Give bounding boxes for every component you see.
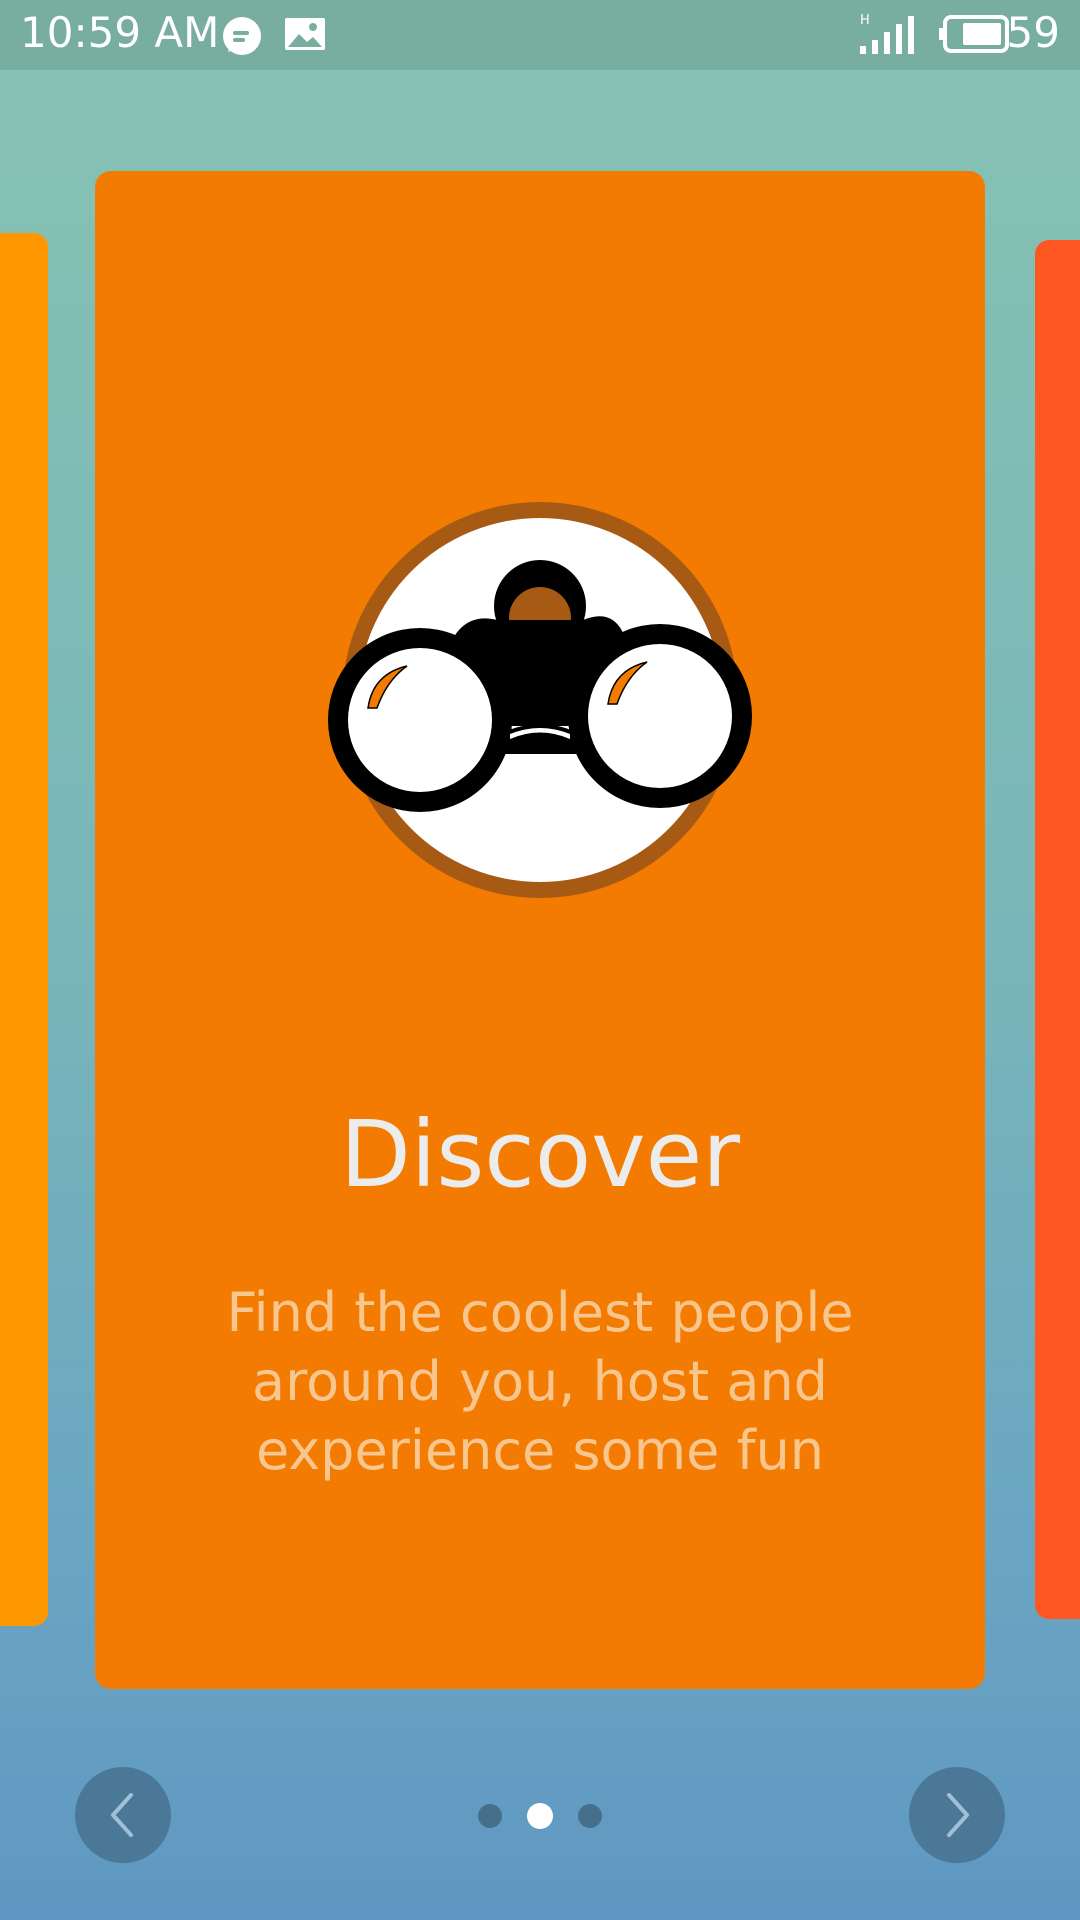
onboarding-title: Discover — [339, 1101, 741, 1208]
chevron-right-icon — [947, 1793, 969, 1837]
next-button[interactable] — [909, 1767, 1005, 1863]
onboarding-description: Find the coolest people around you, host… — [226, 1281, 854, 1482]
status-bar: 10:59 AM H 59 — [0, 0, 1080, 70]
previous-button[interactable] — [75, 1767, 171, 1863]
chevron-left-icon — [111, 1793, 133, 1837]
battery-icon — [937, 14, 1009, 59]
page-indicator — [478, 1803, 602, 1829]
binoculars-icon — [325, 494, 755, 904]
battery-level: 59 — [1006, 8, 1060, 57]
status-time: 10:59 AM — [20, 8, 220, 57]
message-bubble-icon — [220, 14, 264, 63]
page-dot-3[interactable] — [578, 1804, 602, 1828]
previous-card-preview[interactable] — [0, 233, 48, 1626]
image-icon — [283, 14, 327, 59]
page-dot-2[interactable] — [527, 1803, 553, 1829]
signal-icon: H — [858, 12, 916, 59]
next-card-preview[interactable] — [1035, 240, 1080, 1619]
page-dot-1[interactable] — [478, 1804, 502, 1828]
network-type-label: H — [860, 13, 870, 28]
